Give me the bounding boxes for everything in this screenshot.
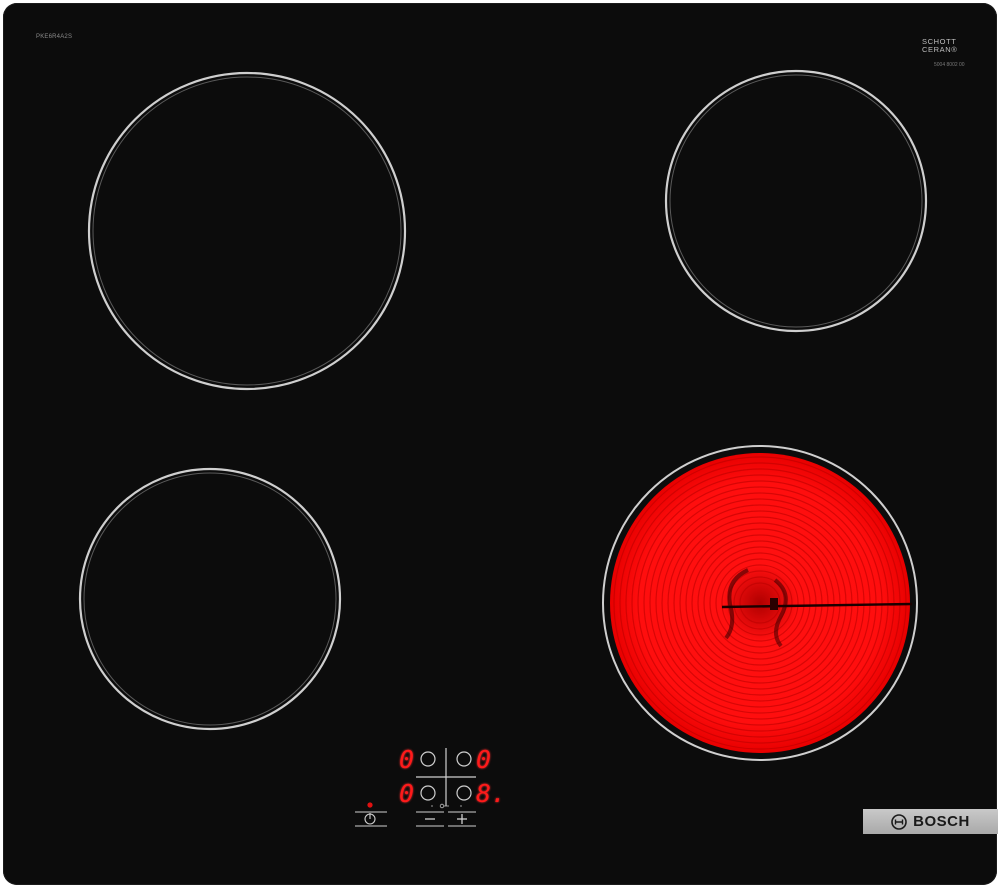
brand-name: BOSCH xyxy=(913,813,970,830)
display-bottom-right: 8. xyxy=(476,779,507,808)
zone-back-right xyxy=(664,69,928,333)
plus-button[interactable] xyxy=(448,811,476,827)
brand-plate: BOSCH xyxy=(863,809,998,834)
power-button[interactable] xyxy=(355,802,387,827)
display-bottom-left: 0 xyxy=(399,779,415,808)
zone-front-left xyxy=(78,467,342,731)
zone-back-left xyxy=(87,71,407,391)
control-panel xyxy=(355,748,476,827)
plus-icon xyxy=(457,814,467,824)
zone-select-bottom-right[interactable] xyxy=(456,785,472,801)
zone-select-top-right[interactable] xyxy=(456,751,472,767)
display-top-right: 0 xyxy=(476,745,492,774)
bosch-armature-icon xyxy=(891,813,907,830)
display-top-left: 0 xyxy=(399,745,415,774)
zone-select-bottom-left[interactable] xyxy=(420,785,436,801)
zone-front-right-heating xyxy=(602,445,918,761)
cooking-zones xyxy=(78,69,928,827)
zone-select-top-left[interactable] xyxy=(420,751,436,767)
minus-button[interactable] xyxy=(416,811,444,827)
